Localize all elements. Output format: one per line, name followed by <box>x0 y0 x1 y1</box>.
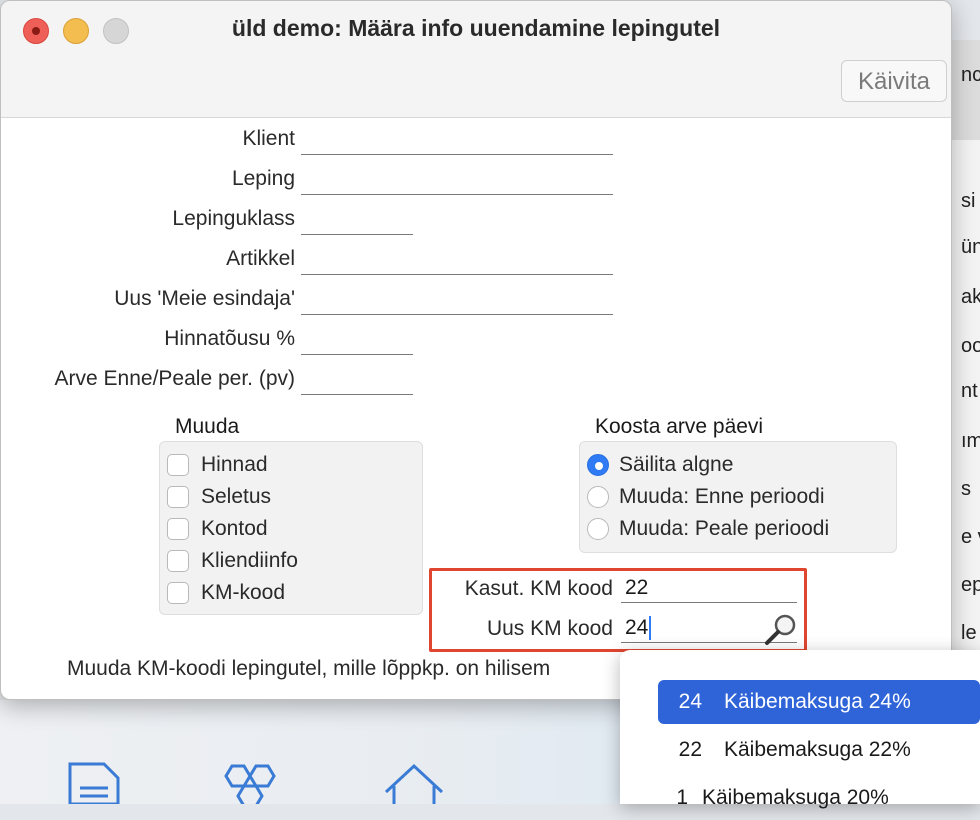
background-text: si <box>961 190 976 212</box>
dropdown-item-code: 22 <box>678 738 702 761</box>
background-text: ım <box>961 430 980 452</box>
background-text: ün <box>961 236 980 258</box>
radio-label: Säilita algne <box>619 453 734 476</box>
dropdown-item-label: Käibemaksuga 24% <box>724 690 911 713</box>
radio-button[interactable] <box>587 486 609 508</box>
background-window-toolbar <box>951 40 980 140</box>
checkbox-box[interactable] <box>167 550 189 572</box>
contract-class-field[interactable] <box>301 205 413 235</box>
invoice-period-field[interactable] <box>301 365 413 395</box>
used-vat-label: Kasut. KM kood <box>464 577 613 600</box>
checkbox-box[interactable] <box>167 582 189 604</box>
background-window: nc si ün ak oo nt ım s e v ep le <box>950 40 980 700</box>
item-field[interactable] <box>301 245 613 275</box>
contract-field[interactable] <box>301 165 613 195</box>
used-vat-field[interactable]: 22 <box>621 573 797 603</box>
contract-class-label: Lepinguklass <box>172 207 295 230</box>
change-group-title: Muuda <box>175 415 240 438</box>
radio-keep-original[interactable]: Säilita algne <box>587 450 733 480</box>
price-increase-field[interactable] <box>301 325 413 355</box>
new-rep-field[interactable] <box>301 285 613 315</box>
checkbox-label: Kontod <box>201 517 268 540</box>
client-label: Klient <box>242 127 295 150</box>
invoice-period-label: Arve Enne/Peale per. (pv) <box>54 367 295 390</box>
vat-change-hint: Muuda KM-koodi lepingutel, mille lõppkp.… <box>67 657 551 680</box>
checkbox-label: KM-kood <box>201 581 286 604</box>
checkbox-label: Kliendiinfo <box>201 549 298 572</box>
new-vat-value: 24 <box>625 616 649 639</box>
contract-label: Leping <box>231 167 295 190</box>
checkbox-description[interactable]: Seletus <box>167 482 271 512</box>
checkbox-label: Seletus <box>201 485 272 508</box>
dialog-window: üld demo: Määra info uuendamine lepingut… <box>0 0 952 700</box>
checkbox-label: Hinnad <box>201 453 268 476</box>
background-text: le <box>961 622 977 644</box>
checkbox-box[interactable] <box>167 486 189 508</box>
radio-label: Muuda: Enne perioodi <box>619 485 825 508</box>
radio-before-period[interactable]: Muuda: Enne perioodi <box>587 482 824 512</box>
dropdown-item-label: Käibemaksuga 22% <box>724 738 911 761</box>
document-icon[interactable] <box>66 762 122 804</box>
dropdown-item[interactable]: 24 Käibemaksuga 24% <box>658 680 980 724</box>
new-vat-label: Uus KM kood <box>486 617 613 640</box>
item-label: Artikkel <box>226 247 295 270</box>
invoice-day-group-title: Koosta arve päevi <box>595 415 764 438</box>
checkbox-client-info[interactable]: Kliendiinfo <box>167 546 298 576</box>
vat-code-dropdown: 24 Käibemaksuga 24% 22 Käibemaksuga 22% … <box>620 650 980 809</box>
radio-button[interactable] <box>587 518 609 540</box>
radio-label: Muuda: Peale perioodi <box>619 517 830 540</box>
radio-after-period[interactable]: Muuda: Peale perioodi <box>587 514 829 544</box>
checkbox-accounts[interactable]: Kontod <box>167 514 268 544</box>
background-text: ep <box>961 574 980 596</box>
run-button[interactable]: Käivita <box>841 60 947 102</box>
background-text: s <box>961 478 971 500</box>
checkbox-vat-code[interactable]: KM-kood <box>167 578 285 608</box>
background-text: nt <box>961 380 978 402</box>
hexagons-icon[interactable] <box>220 762 286 804</box>
title-bar: üld demo: Määra info uuendamine lepingut… <box>1 1 951 118</box>
text-caret <box>649 616 652 641</box>
checkbox-box[interactable] <box>167 454 189 476</box>
background-text: e v <box>961 526 980 548</box>
checkbox-prices[interactable]: Hinnad <box>167 450 268 480</box>
checkbox-box[interactable] <box>167 518 189 540</box>
background-text: oo <box>961 335 980 357</box>
home-icon[interactable] <box>382 762 446 804</box>
background-text: nc <box>961 64 980 86</box>
dropdown-item-label: Käibemaksuga 20% <box>702 786 889 809</box>
client-field[interactable] <box>301 125 613 155</box>
background-text: ak <box>961 286 980 308</box>
dropdown-item[interactable]: 1 Käibemaksuga 20% <box>658 776 980 820</box>
new-rep-label: Uus 'Meie esindaja' <box>114 287 295 310</box>
dropdown-item-code: 24 <box>678 690 702 713</box>
dropdown-item[interactable]: 22 Käibemaksuga 22% <box>658 728 980 772</box>
search-icon[interactable] <box>763 612 799 646</box>
radio-button[interactable] <box>587 454 609 476</box>
dropdown-item-code: 1 <box>676 786 688 809</box>
window-title: üld demo: Määra info uuendamine lepingut… <box>231 15 721 41</box>
price-increase-label: Hinnatõusu % <box>164 327 295 350</box>
